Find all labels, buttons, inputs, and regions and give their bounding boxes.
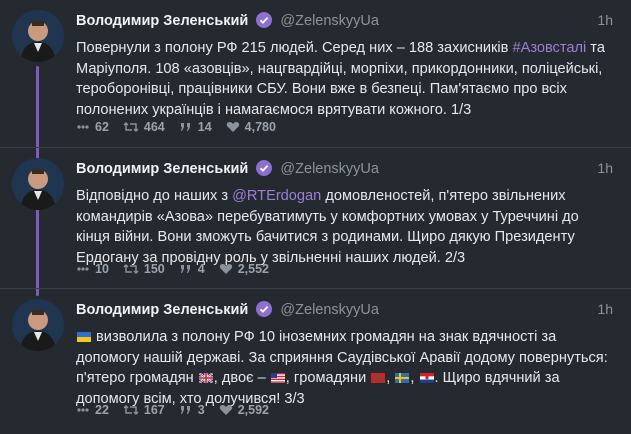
tweet-3[interactable]: Володимир Зеленський @ZelenskyyUa 1h виз… — [0, 289, 631, 434]
like-icon — [226, 122, 239, 132]
quote-count: 14 — [197, 120, 212, 134]
tweet-text-part: Повернули з полону РФ 215 людей. Серед н… — [76, 40, 513, 56]
tweet-time[interactable]: 1h — [597, 301, 613, 317]
like-button[interactable]: 2,592 — [219, 403, 269, 417]
retweet-count: 167 — [143, 403, 165, 417]
tweet-text: Повернули з полону РФ 215 людей. Серед н… — [76, 38, 616, 120]
retweet-button[interactable]: 167 — [123, 403, 165, 417]
us-flag-icon — [270, 373, 285, 383]
ukraine-flag-icon — [77, 332, 91, 342]
retweet-icon — [123, 122, 139, 132]
reply-count: 22 — [95, 403, 109, 417]
like-count: 4,780 — [244, 120, 276, 134]
tweet-header: Володимир Зеленський @ZelenskyyUa 1h — [76, 301, 619, 323]
reply-count: 62 — [95, 120, 109, 134]
tweet-text-part: Відповідно до наших з — [76, 188, 233, 204]
tweet-1[interactable]: Володимир Зеленський @ZelenskyyUa 1h Пов… — [0, 0, 631, 147]
author-name[interactable]: Володимир Зеленський — [76, 13, 248, 29]
retweet-button[interactable]: 464 — [123, 120, 165, 134]
like-icon — [219, 264, 232, 274]
author-handle[interactable]: @ZelenskyyUa — [280, 13, 379, 29]
author-name[interactable]: Володимир Зеленський — [76, 302, 248, 318]
verified-badge-icon — [256, 12, 273, 32]
author-name[interactable]: Володимир Зеленський — [76, 161, 248, 177]
morocco-flag-icon — [371, 373, 386, 383]
tweet-thread: Володимир Зеленський @ZelenskyyUa 1h Пов… — [0, 0, 631, 434]
tweet-time[interactable]: 1h — [597, 160, 613, 176]
quote-icon — [180, 265, 190, 273]
reply-count: 10 — [95, 262, 109, 276]
tweet-2[interactable]: Володимир Зеленський @ZelenskyyUa 1h Від… — [0, 148, 631, 288]
retweet-icon — [123, 264, 139, 274]
quote-count: 4 — [197, 262, 205, 276]
retweet-icon — [123, 405, 139, 415]
reply-icon — [77, 125, 89, 129]
like-count: 2,592 — [237, 403, 269, 417]
avatar[interactable] — [12, 299, 64, 351]
retweet-count: 150 — [143, 262, 165, 276]
tweet-actions: 62 464 14 4,780 — [76, 120, 290, 134]
croatia-flag-icon — [419, 373, 434, 383]
tweet-text: визволила з полону РФ 10 іноземних грома… — [76, 329, 608, 407]
reply-icon — [77, 408, 89, 412]
retweet-button[interactable]: 150 — [123, 262, 165, 276]
author-handle[interactable]: @ZelenskyyUa — [280, 161, 379, 177]
reply-icon — [77, 267, 89, 271]
tweet-header: Володимир Зеленський @ZelenskyyUa 1h — [76, 12, 619, 34]
reply-button[interactable]: 62 — [76, 120, 109, 134]
quote-button[interactable]: 3 — [179, 403, 205, 417]
quote-icon — [180, 123, 190, 131]
tweet-actions: 22 167 3 2,592 — [76, 403, 283, 417]
reply-button[interactable]: 10 — [76, 262, 109, 276]
quote-count: 3 — [197, 403, 205, 417]
like-button[interactable]: 2,552 — [219, 262, 269, 276]
verified-badge-icon — [256, 301, 273, 321]
reply-button[interactable]: 22 — [76, 403, 109, 417]
verified-badge-icon — [256, 160, 273, 180]
tweet-text: Відповідно до наших з @RTErdogan домовле… — [76, 186, 616, 268]
tweet-actions: 10 150 4 2,552 — [76, 262, 283, 276]
avatar[interactable] — [12, 158, 64, 210]
tweet-time[interactable]: 1h — [597, 12, 613, 28]
quote-icon — [180, 406, 190, 414]
author-handle[interactable]: @ZelenskyyUa — [280, 302, 379, 318]
like-icon — [219, 405, 232, 415]
tweet-text-part: , громадяни — [285, 370, 371, 386]
mention-link[interactable]: @RTErdogan — [232, 188, 321, 204]
sweden-flag-icon — [395, 373, 410, 383]
uk-flag-icon — [198, 373, 213, 383]
tweet-header: Володимир Зеленський @ZelenskyyUa 1h — [76, 160, 619, 182]
quote-button[interactable]: 4 — [179, 262, 205, 276]
like-count: 2,552 — [237, 262, 269, 276]
like-button[interactable]: 4,780 — [226, 120, 276, 134]
tweet-text-part: , двоє – — [213, 370, 270, 386]
quote-button[interactable]: 14 — [179, 120, 212, 134]
avatar[interactable] — [12, 10, 64, 62]
hashtag-link[interactable]: #Азовсталі — [512, 40, 586, 56]
retweet-count: 464 — [143, 120, 165, 134]
